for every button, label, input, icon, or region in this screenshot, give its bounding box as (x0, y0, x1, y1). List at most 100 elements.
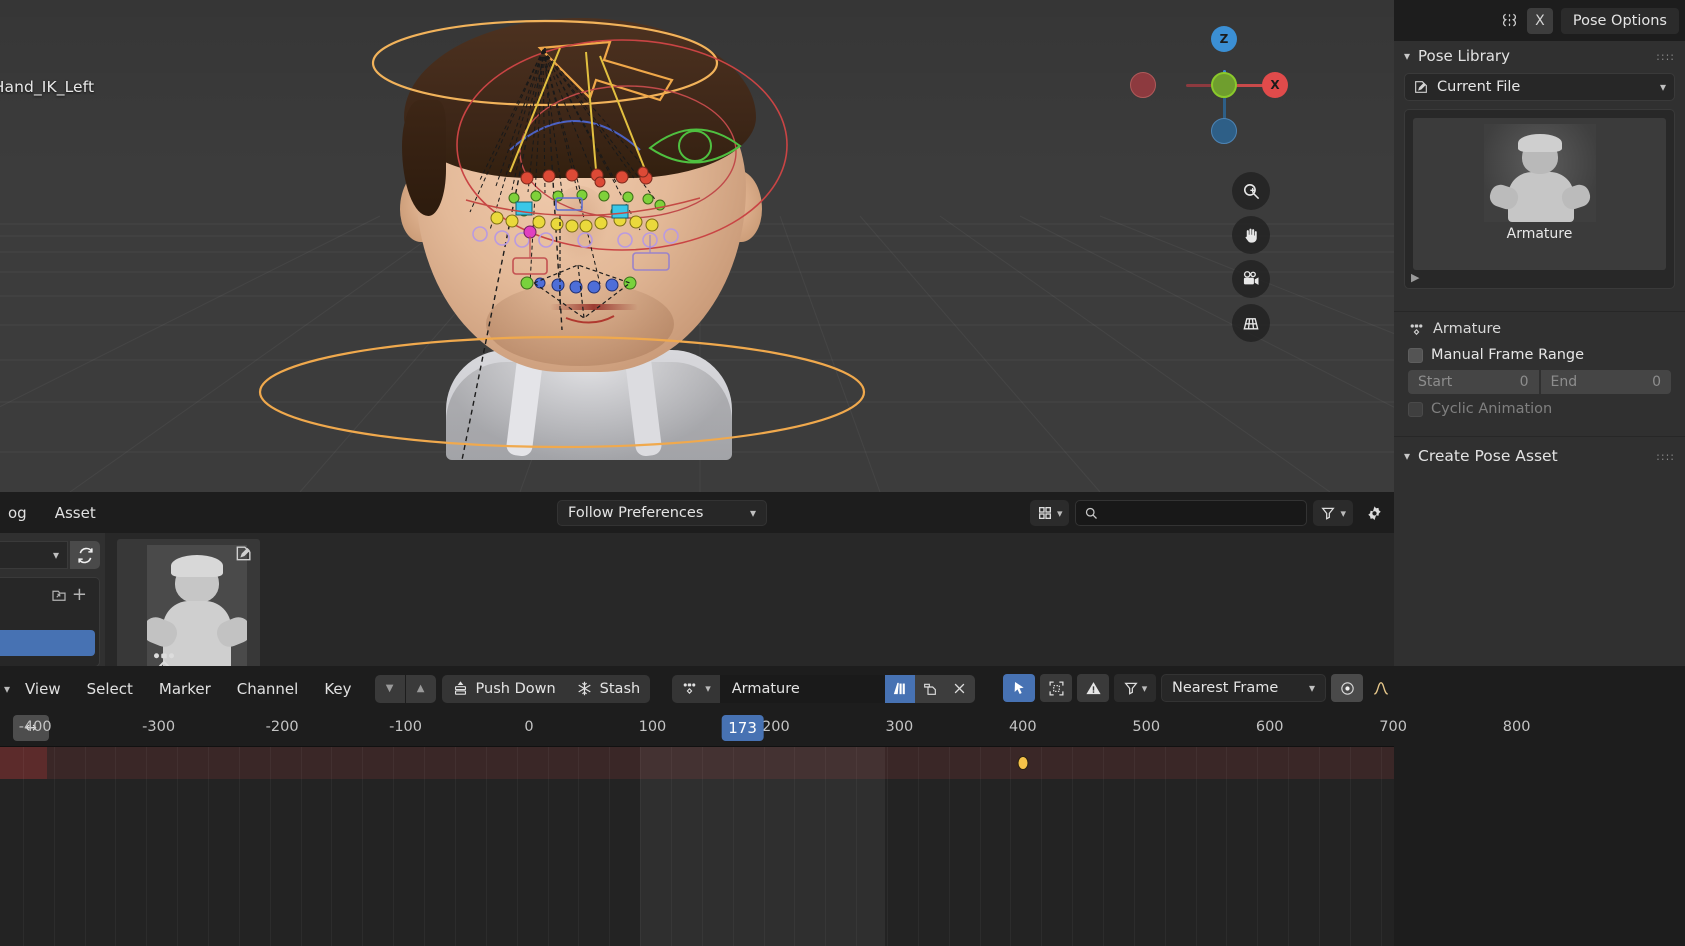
current-frame-indicator[interactable]: 173 (721, 715, 764, 741)
gridline (1319, 747, 1320, 946)
menu-key[interactable]: Key (311, 680, 364, 698)
toggle-perspective-icon[interactable] (1232, 304, 1270, 342)
display-type-button[interactable]: ▾ (1030, 500, 1070, 526)
timeline-ruler[interactable]: ↔ -500-400-300-200-100010020030040050060… (0, 711, 1394, 747)
unlink-action-button[interactable] (945, 675, 975, 703)
gridline (301, 747, 302, 946)
cursor-select-button[interactable] (1003, 674, 1035, 702)
new-catalog-button[interactable]: + (50, 584, 87, 605)
chevron-down-icon: ▾ (705, 682, 711, 695)
zoom-region-icon[interactable] (1232, 172, 1270, 210)
asset-catalog-sidebar: ▾ + (0, 533, 105, 666)
display-mode-dropdown[interactable]: Follow Preferences ▾ (557, 500, 767, 526)
catalog-list[interactable]: + (0, 577, 100, 667)
catalog-source-dropdown[interactable]: ▾ (0, 541, 68, 569)
gizmo-axis-y[interactable] (1211, 72, 1237, 98)
snap-mode-dropdown[interactable]: Nearest Frame ▾ (1161, 674, 1326, 702)
action-name-field[interactable]: Armature (720, 675, 885, 703)
pose-asset-tile[interactable]: Armature (1413, 118, 1666, 270)
asset-grid[interactable]: Armature (105, 533, 1394, 666)
only-selected-icon (1048, 680, 1065, 697)
next-action-button[interactable]: ▲ (406, 675, 436, 703)
ruler-tick-label: -300 (142, 719, 175, 735)
camera-view-icon[interactable] (1232, 260, 1270, 298)
menu-select[interactable]: Select (74, 680, 146, 698)
refresh-icon (76, 546, 95, 565)
cyclic-animation-checkbox[interactable] (1408, 402, 1423, 417)
dope-sheet-keyframe-area[interactable] (0, 747, 1394, 946)
stash-button[interactable]: Stash (566, 675, 651, 703)
gizmo-axis-z[interactable]: Z (1211, 26, 1237, 52)
create-pose-asset-header[interactable]: ▾ Create Pose Asset :::: (1394, 441, 1685, 471)
refresh-button[interactable] (70, 541, 100, 569)
keyframe[interactable] (1017, 756, 1028, 770)
viewport-3d[interactable]: rl_Hand_IK_Left (0, 0, 1394, 492)
gridline (239, 747, 240, 946)
ruler-tick-label: 500 (1132, 719, 1160, 735)
action-datablock-row: ▾ Armature (672, 675, 975, 703)
edit-asset-icon[interactable] (234, 543, 254, 563)
gizmo-axis-x[interactable]: X (1262, 72, 1288, 98)
action-name-row[interactable]: Armature (1394, 316, 1685, 342)
prev-action-button[interactable]: ▼ (375, 675, 405, 703)
gridline (640, 747, 641, 946)
pose-library-header[interactable]: ▾ Pose Library :::: (1394, 41, 1685, 71)
gridline (671, 747, 672, 946)
options-button[interactable] (1359, 500, 1390, 526)
view-axis-gizmo[interactable]: Z X (1174, 36, 1274, 136)
manual-frame-range-checkbox[interactable] (1408, 348, 1423, 363)
only-selected-button[interactable] (1040, 674, 1072, 702)
ruler-tick-label: 300 (886, 719, 914, 735)
action-browse-button[interactable]: ▾ (672, 675, 720, 703)
gridline (1041, 747, 1042, 946)
expand-triangle-icon[interactable]: ▶ (1411, 271, 1419, 284)
gridline (486, 747, 487, 946)
asset-thumbnail (1484, 124, 1596, 222)
pose-options-button[interactable]: Pose Options (1561, 8, 1679, 34)
gridline (918, 747, 919, 946)
asset-library-dropdown[interactable]: Current File ▾ (1404, 73, 1675, 101)
manual-frame-range-row[interactable]: Manual Frame Range (1394, 342, 1685, 368)
show-errors-icon (1085, 680, 1102, 697)
asset-grid-tile[interactable] (117, 539, 260, 682)
filter-button[interactable]: ▾ (1114, 674, 1156, 702)
show-errors-button[interactable] (1077, 674, 1109, 702)
gridline (517, 747, 518, 946)
pose-asset-browser[interactable]: Armature ▶ (1404, 109, 1675, 289)
search-input[interactable] (1075, 500, 1307, 526)
push-down-button[interactable]: Push Down (442, 675, 566, 703)
pan-view-icon[interactable] (1232, 216, 1270, 254)
gridline (1103, 747, 1104, 946)
end-frame-field[interactable]: End 0 (1541, 370, 1672, 394)
panel-grip-icon: :::: (1656, 54, 1675, 59)
fake-user-button[interactable] (885, 675, 915, 703)
catalog-item-selected[interactable] (0, 630, 95, 656)
push-down-icon (452, 680, 469, 697)
create-pose-asset-title: Create Pose Asset (1418, 447, 1558, 465)
asset-tile-label: Armature (1507, 226, 1573, 242)
new-action-button[interactable] (915, 675, 945, 703)
falloff-curve-button[interactable] (1368, 674, 1394, 702)
proportional-edit-button[interactable] (1331, 674, 1363, 702)
menu-asset[interactable]: Asset (41, 504, 110, 522)
menu-channel[interactable]: Channel (224, 680, 312, 698)
gridline (1134, 747, 1135, 946)
cyclic-animation-row[interactable]: Cyclic Animation (1394, 396, 1685, 422)
new-catalog-icon (50, 586, 68, 604)
editor-type-icon[interactable]: ▾ (4, 682, 12, 696)
options-icon (1366, 505, 1383, 522)
filter-button[interactable]: ▾ (1313, 500, 1353, 526)
pose-mode-icon[interactable] (1497, 8, 1523, 34)
menu-view[interactable]: View (12, 680, 74, 698)
gizmo-axis-neg-z[interactable] (1211, 118, 1237, 144)
gridline (949, 747, 950, 946)
asset-library-value: Current File (1437, 79, 1520, 95)
menu-catalog[interactable]: og (8, 504, 41, 522)
close-icon[interactable]: X (1527, 8, 1553, 34)
gridline (702, 747, 703, 946)
gizmo-x-label: X (1270, 78, 1279, 92)
menu-marker[interactable]: Marker (146, 680, 224, 698)
start-frame-field[interactable]: Start 0 (1408, 370, 1539, 394)
cursor-select-icon (1011, 680, 1027, 696)
gizmo-axis-neg-x[interactable] (1130, 72, 1156, 98)
